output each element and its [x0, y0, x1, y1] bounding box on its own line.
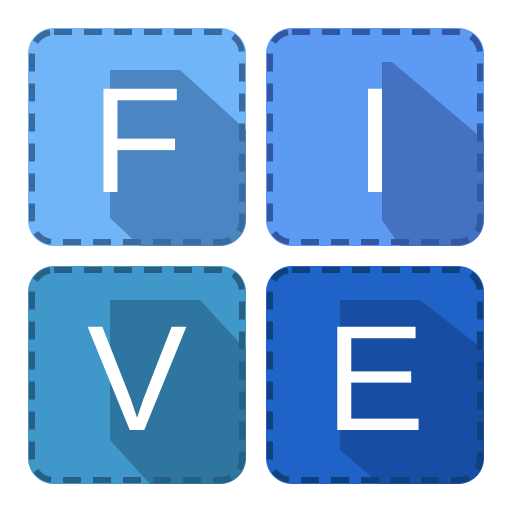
tile-i-letter: I — [354, 56, 396, 224]
tile-e-letter: E — [325, 294, 425, 462]
tile-f-letter: F — [91, 56, 183, 224]
five-letter-tiles-logo: F I V E — [28, 28, 484, 484]
tile-e: E — [266, 266, 484, 484]
tile-v: V — [28, 266, 246, 484]
tile-i: I — [266, 28, 484, 246]
tile-v-letter: V — [87, 294, 187, 462]
tile-f: F — [28, 28, 246, 246]
